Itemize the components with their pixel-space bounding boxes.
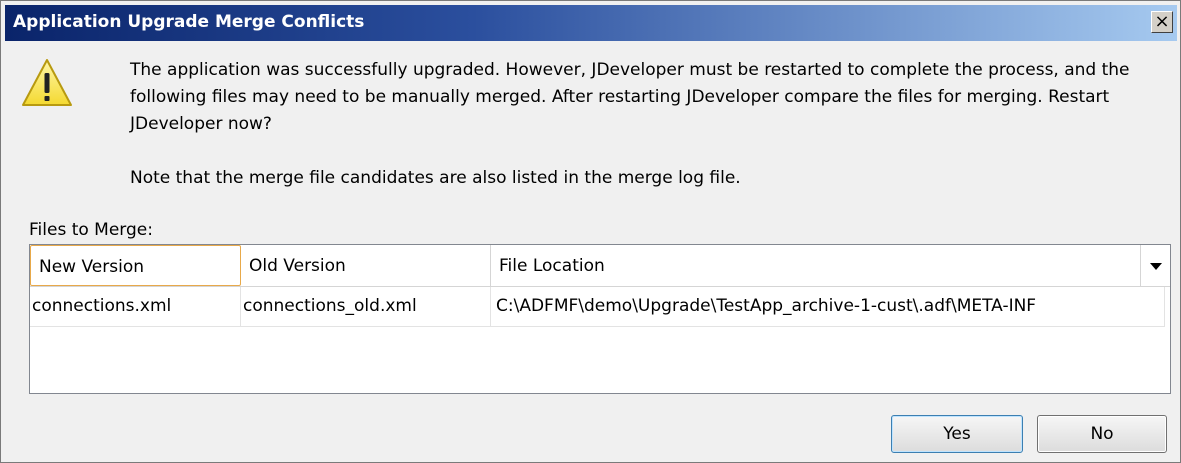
merge-conflicts-dialog: Application Upgrade Merge Conflicts × Th… [0, 0, 1181, 463]
files-table: New Version Old Version File Location co… [29, 244, 1171, 394]
dropdown-arrow-icon [1149, 262, 1162, 270]
note-text: Note that the merge file candidates are … [130, 168, 741, 188]
column-header-new-version[interactable]: New Version [30, 245, 241, 286]
column-header-old-version[interactable]: Old Version [241, 245, 491, 286]
title-bar[interactable]: Application Upgrade Merge Conflicts × [5, 5, 1177, 41]
warning-icon [22, 59, 72, 106]
yes-button[interactable]: Yes [891, 415, 1023, 453]
files-to-merge-label: Files to Merge: [29, 220, 153, 240]
close-button[interactable]: × [1151, 11, 1173, 33]
no-button[interactable]: No [1037, 415, 1167, 453]
message-text: The application was successfully upgrade… [130, 60, 1130, 134]
close-icon: × [1154, 11, 1170, 32]
cell-file-location: C:\ADFMF\demo\Upgrade\TestApp_archive-1-… [491, 287, 1165, 326]
column-header-file-location[interactable]: File Location [491, 245, 1141, 286]
table-header: New Version Old Version File Location [30, 245, 1170, 287]
dialog-title: Application Upgrade Merge Conflicts [13, 12, 365, 32]
table-row[interactable]: connections.xml connections_old.xml C:\A… [30, 287, 1165, 327]
cell-new-version: connections.xml [30, 287, 241, 326]
column-menu-button[interactable] [1141, 245, 1170, 286]
cell-old-version: connections_old.xml [241, 287, 491, 326]
